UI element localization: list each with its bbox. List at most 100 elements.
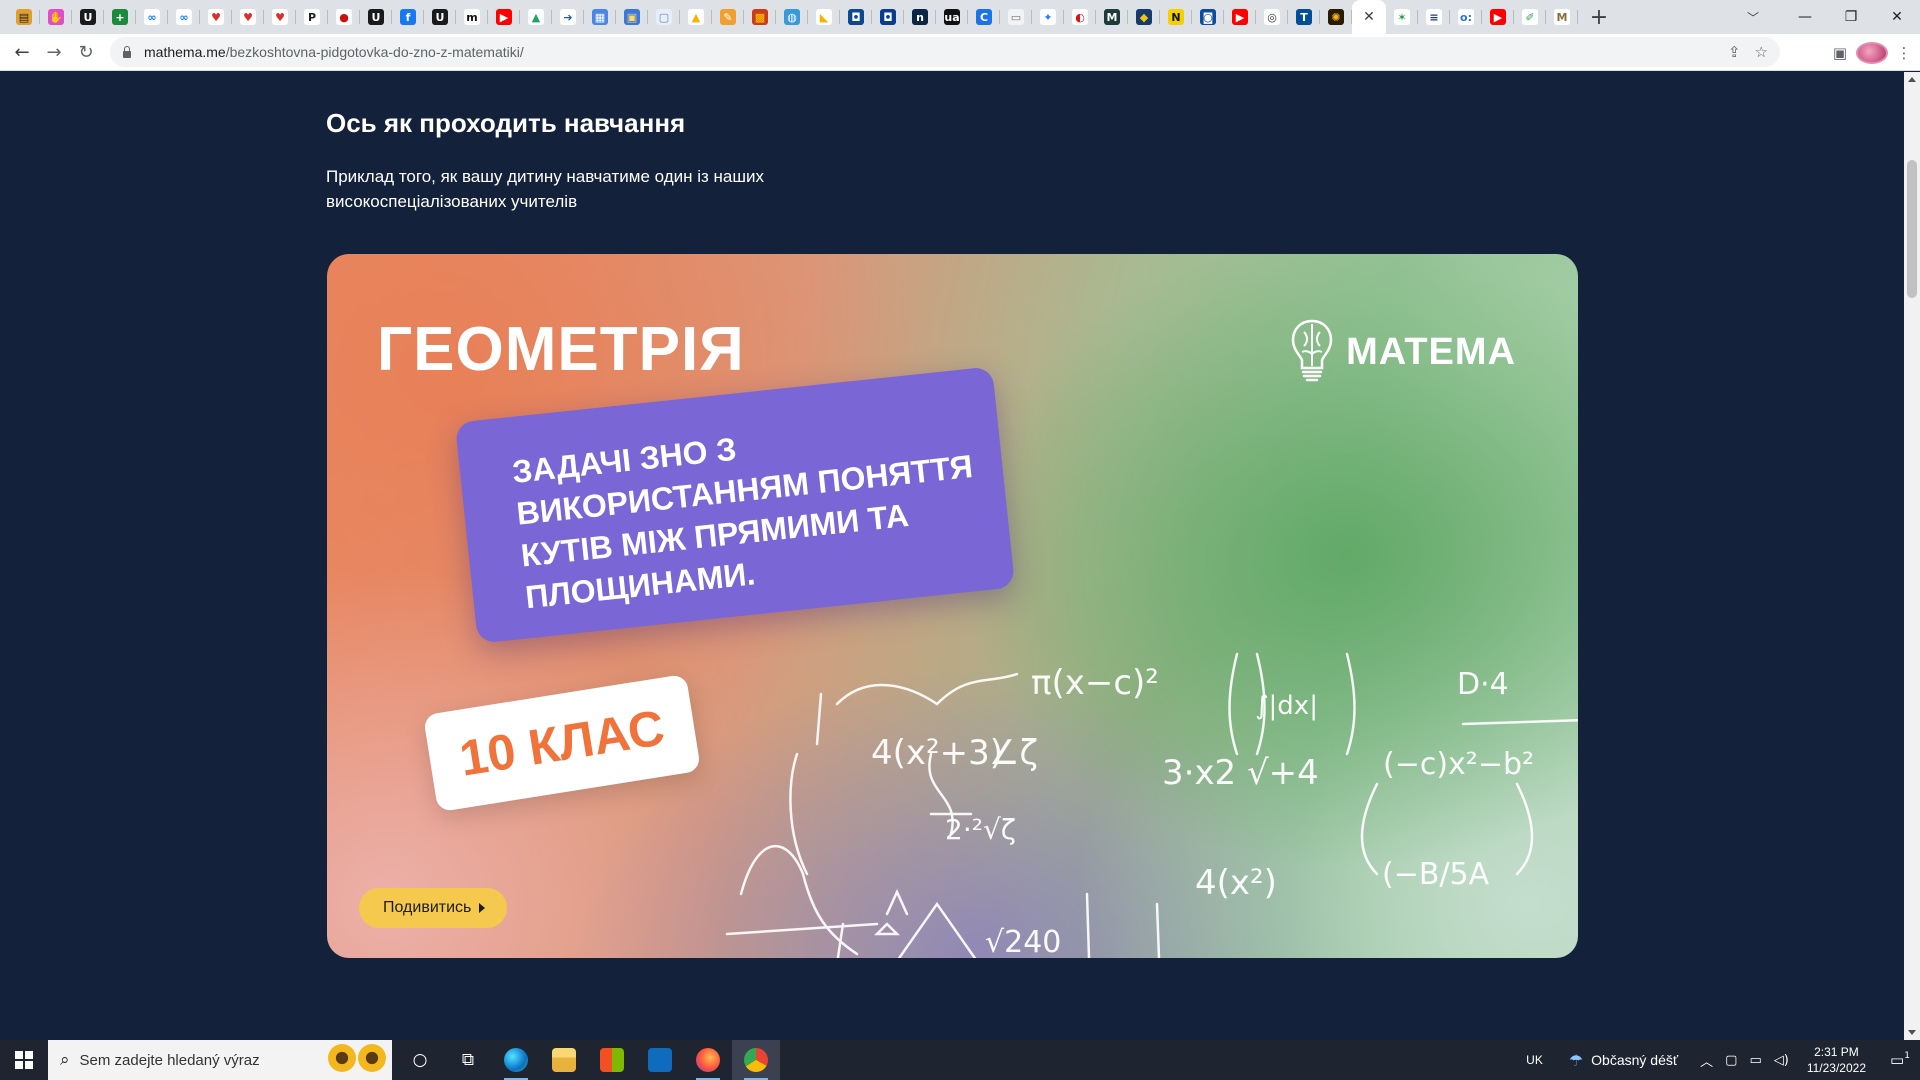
browser-tab[interactable]: ▶ (488, 0, 520, 34)
share-icon[interactable]: ⇪ (1728, 43, 1741, 61)
browser-tab[interactable]: ✎ (712, 0, 744, 34)
cortana-icon[interactable]: ○ (396, 1040, 444, 1080)
watch-button[interactable]: Подивитись (359, 888, 508, 928)
browser-tab[interactable]: ✶ (1386, 0, 1418, 34)
menu-icon[interactable]: ⋮ (1888, 44, 1920, 62)
browser-tab[interactable]: ◐ (1064, 0, 1096, 34)
restore-icon[interactable]: ❐ (1828, 0, 1874, 34)
browser-tab[interactable]: ∞ (168, 0, 200, 34)
meet-icon[interactable]: ▢ (1725, 1053, 1737, 1068)
taskbar-search[interactable]: ⌕ Sem zadejte hledaný výraz (48, 1040, 392, 1080)
clock[interactable]: 2:31 PM 11/23/2022 (1807, 1044, 1866, 1076)
browser-tab[interactable]: ◆ (1128, 0, 1160, 34)
play-icon (479, 903, 486, 913)
browser-tab[interactable]: n (904, 0, 936, 34)
tab-search-icon[interactable]: ﹀ (1736, 0, 1770, 34)
scroll-down-icon[interactable] (1908, 1030, 1916, 1035)
browser-tab[interactable]: ▦ (584, 0, 616, 34)
arrow-doc-icon: ➔ (560, 9, 576, 25)
store-icon[interactable] (588, 1040, 636, 1080)
weather-widget[interactable]: ☂ Občasný déšť (1569, 1051, 1678, 1070)
browser-tab[interactable]: ◎ (1256, 0, 1288, 34)
side-panel-icon[interactable]: ▣ (1824, 44, 1856, 62)
browser-tab[interactable]: ✺ (1320, 0, 1352, 34)
reload-icon[interactable]: ↻ (70, 36, 102, 68)
p-logo-icon: P (304, 9, 320, 25)
browser-tab[interactable]: ✋ (40, 0, 72, 34)
browser-tab[interactable]: ▶ (1482, 0, 1514, 34)
bookmark-star-icon[interactable]: ☆ (1755, 43, 1768, 61)
start-button[interactable] (0, 1040, 48, 1080)
volume-icon[interactable]: ◁) (1774, 1053, 1789, 1068)
new-tab-icon[interactable]: + (1582, 0, 1616, 34)
browser-tab[interactable]: m (456, 0, 488, 34)
browser-tab[interactable]: ● (328, 0, 360, 34)
close-icon[interactable]: ✕ (1363, 9, 1375, 25)
lesson-video-banner[interactable]: ГЕОМЕТРІЯ MATEMA ЗАДАЧІ ЗНО З ВИКОРИСТАН… (327, 254, 1578, 958)
browser-tab[interactable]: U (360, 0, 392, 34)
browser-tab[interactable]: U (424, 0, 456, 34)
address-bar[interactable]: mathema.me/bezkoshtovna-pidgotovka-do-zn… (110, 37, 1780, 67)
browser-tab[interactable]: ▣ (616, 0, 648, 34)
chrome-icon[interactable] (732, 1040, 780, 1080)
browser-tab[interactable]: ◘ (872, 0, 904, 34)
formula-text: 4(x²) (1195, 863, 1277, 903)
scroll-thumb[interactable] (1907, 160, 1917, 298)
browser-tab[interactable]: M (1096, 0, 1128, 34)
page-scrollbar[interactable] (1904, 72, 1920, 1040)
minimize-icon[interactable]: — (1782, 0, 1828, 34)
browser-tab[interactable]: N (1160, 0, 1192, 34)
browser-tab[interactable]: ▤ (8, 0, 40, 34)
red-dot-icon: ● (336, 9, 352, 25)
back-icon[interactable]: ← (6, 36, 38, 68)
m-italic-icon: m (464, 9, 480, 25)
browser-tab[interactable]: ◍ (776, 0, 808, 34)
task-view-icon[interactable]: ⧉ (444, 1040, 492, 1080)
browser-tab[interactable]: ▭ (1000, 0, 1032, 34)
browser-tab[interactable]: ◘ (840, 0, 872, 34)
browser-tab[interactable]: ▲ (520, 0, 552, 34)
sun-icon: ✺ (1328, 9, 1344, 25)
browser-tab[interactable]: ♥ (264, 0, 296, 34)
browser-tab[interactable]: T (1288, 0, 1320, 34)
mail-icon[interactable] (636, 1040, 684, 1080)
browser-tab[interactable]: ▢ (648, 0, 680, 34)
edit-pen-icon: ✐ (1522, 9, 1538, 25)
notification-icon[interactable]: ▭ 1 (1880, 1051, 1920, 1069)
browser-tab[interactable]: o: (1450, 0, 1482, 34)
grade-text: 10 КЛАС (455, 699, 669, 787)
browser-tab[interactable]: P (296, 0, 328, 34)
browser-tab[interactable]: U (72, 0, 104, 34)
browser-tab[interactable]: ✦ (1032, 0, 1064, 34)
browser-tab[interactable]: ua (936, 0, 968, 34)
browser-tab[interactable]: ➔ (552, 0, 584, 34)
chevron-up-icon[interactable]: ︿ (1700, 1051, 1713, 1070)
file-explorer-icon[interactable] (540, 1040, 588, 1080)
browser-tab[interactable]: + (104, 0, 136, 34)
browser-tab[interactable]: C (968, 0, 1000, 34)
browser-tab[interactable]: ≡ (1418, 0, 1450, 34)
browser-tab[interactable]: ▲ (680, 0, 712, 34)
window-close-icon[interactable]: ✕ (1874, 0, 1920, 34)
language-indicator[interactable]: UK (1526, 1053, 1543, 1067)
firefox-icon[interactable] (684, 1040, 732, 1080)
browser-tab[interactable]: ♥ (232, 0, 264, 34)
browser-tab[interactable]: ◙ (1192, 0, 1224, 34)
browser-tab[interactable]: ▩ (744, 0, 776, 34)
browser-tab[interactable]: f (392, 0, 424, 34)
formula-text: 3·x2 √+4 (1162, 753, 1319, 793)
browser-tab[interactable]: ♥ (200, 0, 232, 34)
browser-tab[interactable]: M (1546, 0, 1578, 34)
browser-tab[interactable]: ∞ (136, 0, 168, 34)
lock-icon[interactable] (122, 46, 132, 58)
network-icon[interactable]: ▭ (1749, 1053, 1761, 1068)
browser-tab[interactable]: ▶ (1224, 0, 1256, 34)
profile-button[interactable] (1856, 41, 1888, 64)
browser-tab-active[interactable]: ✕ (1352, 0, 1386, 34)
edge-icon[interactable] (492, 1040, 540, 1080)
tab-strip: ▤ ✋ U + ∞ ∞ ♥ ♥ ♥ P ● Uf Um ▶ ▲ ➔ ▦ ▣ ▢ ▲ ✎ ▩ ◍ ◣ ◘ ◘ n ua C ▭ ✦ ◐ M ◆ N ◙ ▶… (0, 0, 1920, 34)
scroll-up-icon[interactable] (1908, 77, 1916, 82)
browser-tab[interactable]: ✐ (1514, 0, 1546, 34)
browser-tab[interactable]: ◣ (808, 0, 840, 34)
forward-icon[interactable]: → (38, 36, 70, 68)
